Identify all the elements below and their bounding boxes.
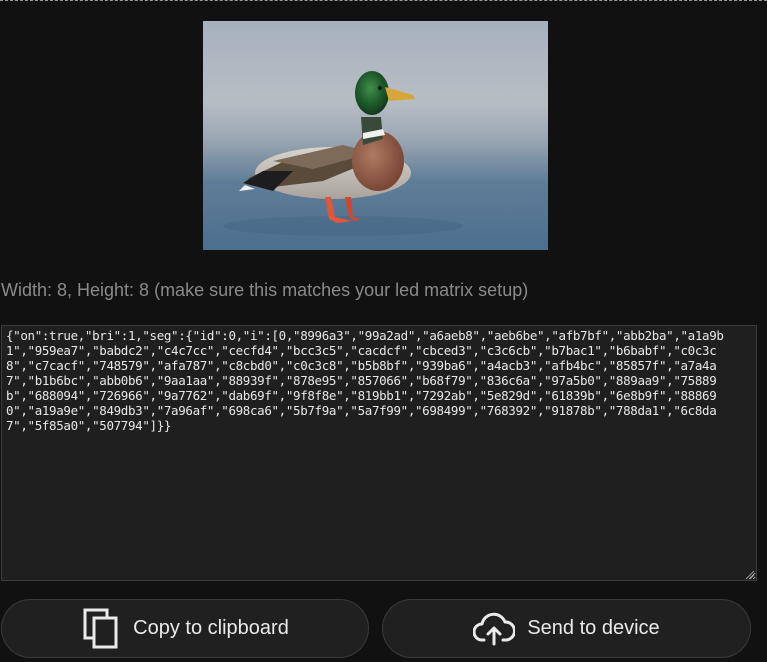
page: Width: 8, Height: 8 (make sure this matc… [0,0,767,662]
top-divider [0,0,767,1]
json-output-textarea[interactable]: {"on":true,"bri":1,"seg":{"id":0,"i":[0,… [1,325,757,581]
image-preview [203,21,548,250]
resize-handle-icon[interactable] [744,569,755,580]
matrix-size-text: Width: 8, Height: 8 (make sure this matc… [1,280,529,300]
send-button-label: Send to device [527,617,660,639]
cloud-upload-icon [473,612,516,646]
copy-icon [81,608,121,650]
copy-to-clipboard-button[interactable]: Copy to clipboard [1,599,369,658]
send-to-device-button[interactable]: Send to device [382,599,751,658]
copy-button-label: Copy to clipboard [133,617,289,639]
